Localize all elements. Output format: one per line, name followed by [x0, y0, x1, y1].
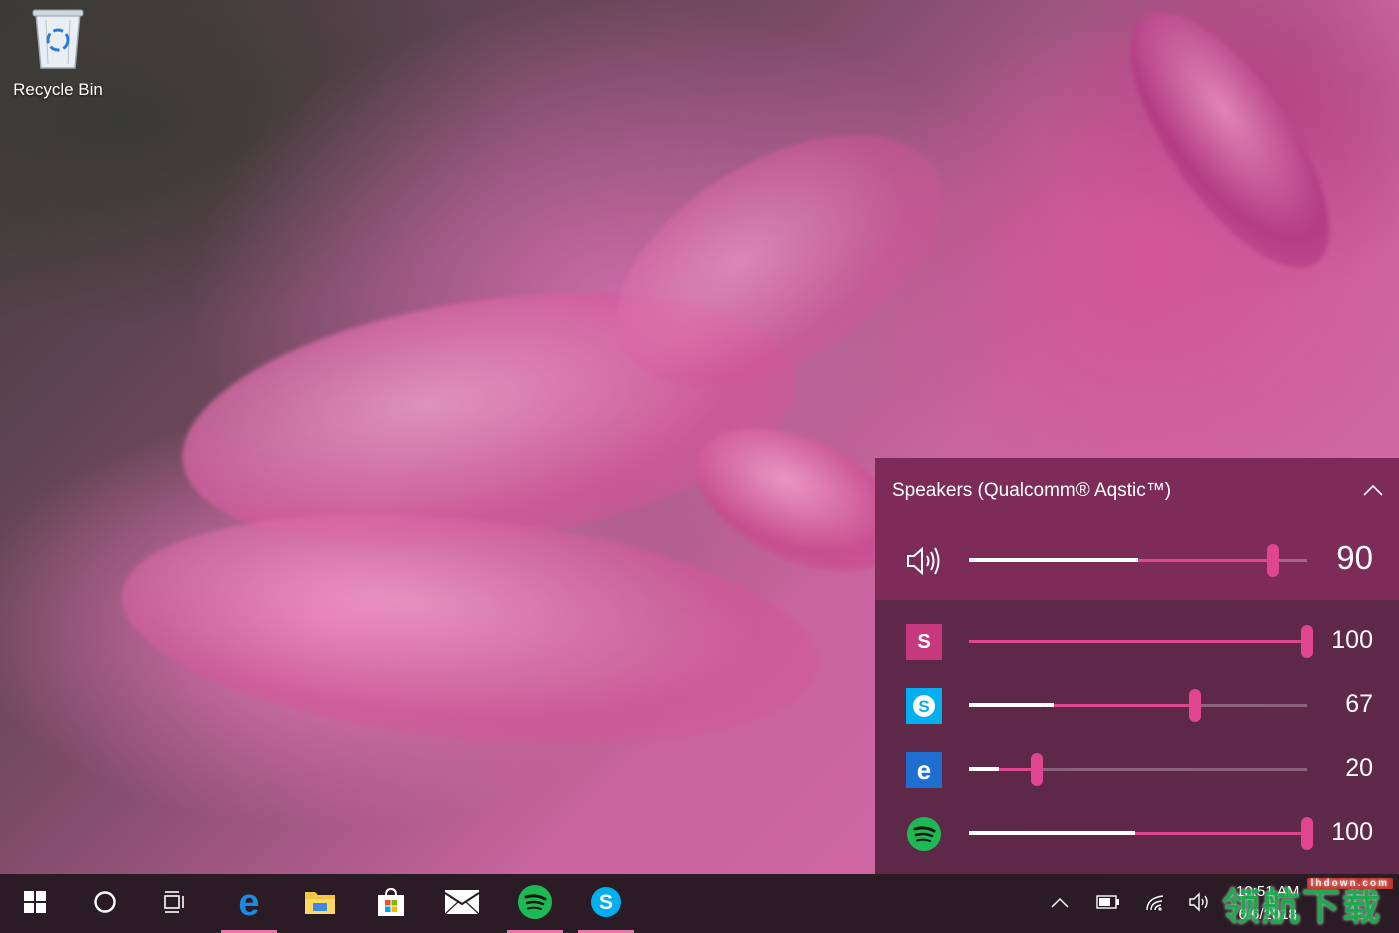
taskbar-file-explorer-button[interactable] [290, 874, 350, 933]
tray-show-hidden-button[interactable] [1044, 874, 1076, 933]
speaker-icon[interactable] [905, 542, 943, 580]
svg-text:e: e [917, 756, 931, 784]
start-button[interactable] [5, 874, 65, 933]
slider-thumb[interactable] [1267, 544, 1280, 577]
windows-start-icon [23, 890, 47, 918]
app-volume-row-s: S 100 [875, 611, 1399, 671]
taskbar: e S 10:51 AM 6/6/2018 [0, 874, 1399, 933]
slider-thumb[interactable] [1301, 817, 1313, 850]
spotify-icon [517, 884, 553, 924]
svg-text:S: S [599, 891, 613, 914]
edge-icon: e [905, 751, 943, 789]
slider-peak-meter [969, 703, 1054, 707]
taskbar-edge-button[interactable]: e [219, 874, 279, 933]
file-explorer-icon [304, 888, 336, 920]
wifi-icon [1145, 892, 1167, 916]
app-volume-row-edge: e 20 [875, 739, 1399, 799]
app-volume-value-edge: 20 [1345, 754, 1373, 782]
chevron-up-icon [1363, 481, 1383, 500]
app-s-icon: S [905, 623, 943, 661]
tray-volume-button[interactable] [1184, 874, 1216, 933]
taskbar-store-button[interactable] [361, 874, 421, 933]
mail-icon [444, 889, 480, 919]
tray-network-button[interactable] [1140, 874, 1172, 933]
slider-peak-meter [969, 831, 1135, 835]
app-volume-slider-skype[interactable] [969, 689, 1307, 722]
task-view-button[interactable] [145, 874, 205, 933]
app-volume-slider-edge[interactable] [969, 753, 1307, 786]
slider-fill [969, 640, 1307, 643]
app-volume-slider-spotify[interactable] [969, 817, 1313, 850]
taskbar-mail-button[interactable] [432, 874, 492, 933]
app-volume-value-spotify: 100 [1331, 818, 1373, 846]
master-volume-slider[interactable] [969, 544, 1307, 577]
app-volume-slider-s[interactable] [969, 625, 1313, 658]
chevron-up-icon [1050, 894, 1070, 913]
taskbar-skype-button[interactable]: S [576, 874, 636, 933]
slider-thumb[interactable] [1030, 753, 1043, 786]
taskbar-spotify-button[interactable] [505, 874, 565, 933]
skype-icon: S [905, 687, 943, 725]
recycle-bin-icon [30, 6, 86, 74]
edge-icon: e [232, 882, 266, 924]
task-view-icon [162, 890, 188, 918]
spotify-icon [905, 815, 943, 853]
volume-flyout: Speakers (Qualcomm® Aqstic™) 90 S 100 S … [875, 458, 1399, 874]
app-volume-row-spotify: 100 [875, 803, 1399, 863]
watermark-tag: lhdown.com [1306, 878, 1393, 889]
recycle-bin-shortcut[interactable]: Recycle Bin [10, 6, 106, 100]
recycle-bin-label: Recycle Bin [13, 80, 103, 99]
master-volume-value: 90 [1336, 539, 1373, 576]
slider-peak-meter [969, 767, 1000, 771]
app-volume-value-s: 100 [1331, 626, 1373, 654]
slider-thumb[interactable] [1189, 689, 1202, 722]
master-volume-row: 90 [875, 530, 1399, 590]
svg-text:S: S [918, 697, 929, 716]
slider-thumb[interactable] [1301, 625, 1313, 658]
slider-peak-meter [969, 558, 1138, 562]
watermark: 领航下载 lhdown.com [1222, 874, 1399, 933]
device-name[interactable]: Speakers (Qualcomm® Aqstic™) [892, 480, 1171, 502]
app-volume-value-skype: 67 [1345, 690, 1373, 718]
cortana-button[interactable] [75, 874, 135, 933]
skype-icon: S [589, 885, 623, 923]
collapse-button[interactable] [1359, 476, 1387, 504]
cortana-icon [93, 890, 117, 918]
app-volume-row-skype: S 67 [875, 675, 1399, 735]
store-icon [375, 886, 407, 922]
tray-battery-button[interactable] [1092, 874, 1124, 933]
volume-icon [1188, 891, 1212, 916]
battery-icon [1096, 894, 1120, 913]
svg-text:e: e [238, 885, 259, 919]
